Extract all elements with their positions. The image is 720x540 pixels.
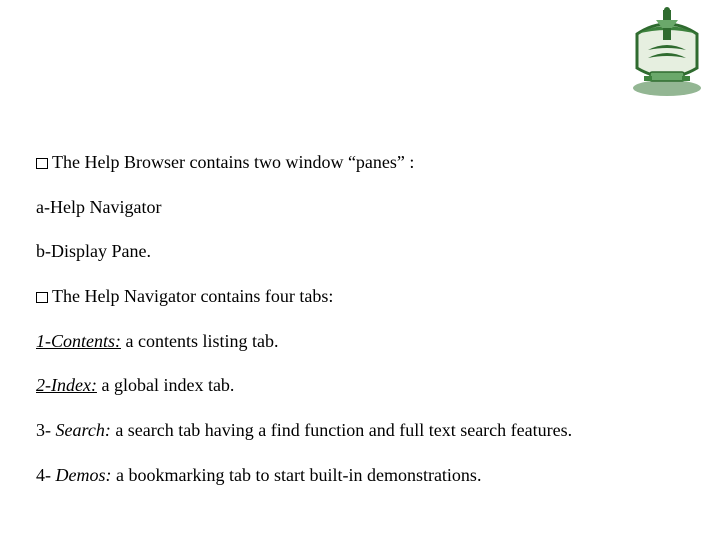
line-search: 3- Search: a search tab having a find fu… <box>36 420 690 441</box>
line-help-navigator: a-Help Navigator <box>36 197 690 218</box>
square-bullet-icon <box>36 158 48 169</box>
line-four-tabs-intro: The Help Navigator contains four tabs: <box>36 286 690 307</box>
num-demos: 4- <box>36 465 56 485</box>
label-demos: Demos: <box>56 465 112 485</box>
label-index: 2-Index: <box>36 375 97 395</box>
desc-demos: a bookmarking tab to start built-in demo… <box>112 465 482 485</box>
line-contents: 1-Contents: a contents listing tab. <box>36 331 690 352</box>
desc-search: a search tab having a find function and … <box>111 420 572 440</box>
text-panes-intro: The Help Browser contains two window “pa… <box>52 152 414 172</box>
label-contents: 1-Contents: <box>36 331 121 351</box>
square-bullet-icon <box>36 292 48 303</box>
line-demos: 4- Demos: a bookmarking tab to start bui… <box>36 465 690 486</box>
slide-body: The Help Browser contains two window “pa… <box>36 152 690 510</box>
desc-contents: a contents listing tab. <box>121 331 278 351</box>
text-four-tabs-intro: The Help Navigator contains four tabs: <box>52 286 333 306</box>
desc-index: a global index tab. <box>97 375 234 395</box>
line-display-pane: b-Display Pane. <box>36 241 690 262</box>
label-search: Search: <box>56 420 111 440</box>
line-panes-intro: The Help Browser contains two window “pa… <box>36 152 690 173</box>
line-index: 2-Index: a global index tab. <box>36 375 690 396</box>
num-search: 3- <box>36 420 56 440</box>
university-crest-logo <box>626 6 708 98</box>
